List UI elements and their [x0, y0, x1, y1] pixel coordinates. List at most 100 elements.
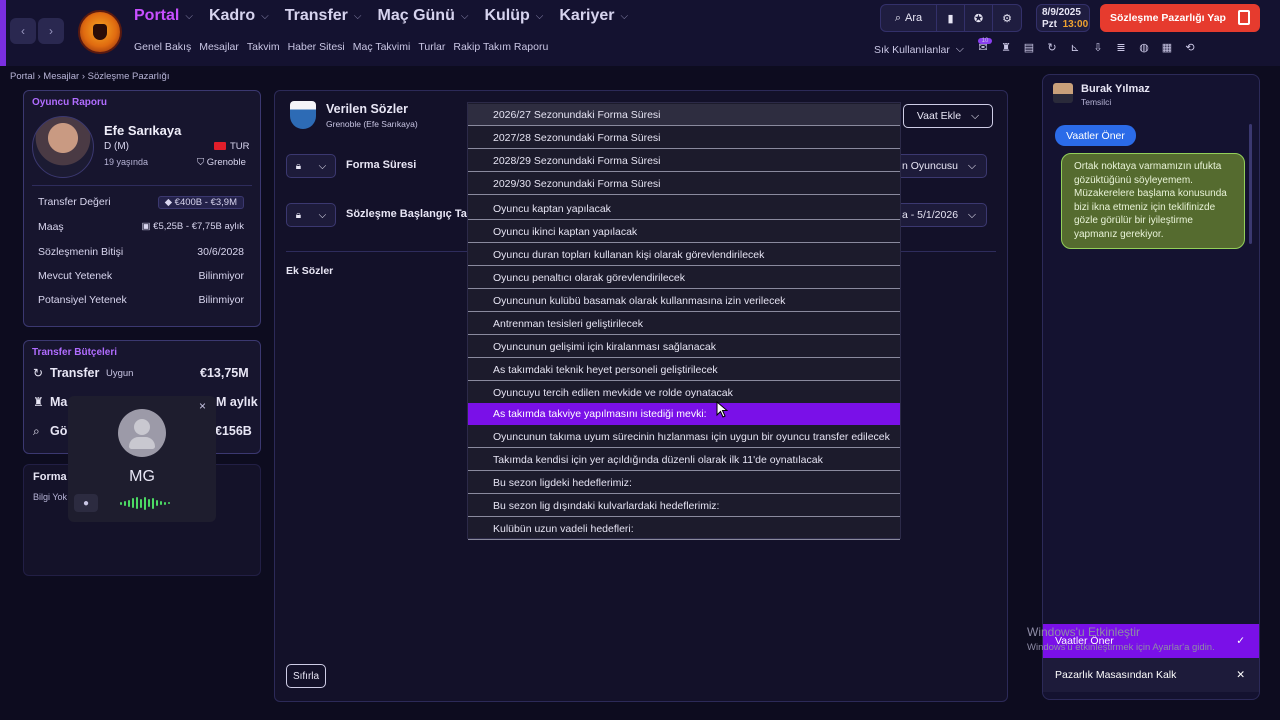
bookmark-icon: ▮ [947, 12, 954, 25]
add-promise-label: Vaat Ekle [916, 110, 962, 122]
settings-button[interactable]: ⚙ [993, 5, 1021, 31]
panel-title: Transfer Bütçeleri [32, 347, 118, 358]
submenu-rakip-takim-raporu[interactable]: Rakip Takım Raporu [453, 41, 548, 53]
dropdown-option[interactable]: Oyuncunun takıma uyum sürecinin hızlanma… [468, 426, 900, 448]
help-button[interactable]: ✪ [965, 5, 993, 31]
shirt-icon[interactable]: ♜ [999, 41, 1013, 54]
inbox-icon[interactable]: ✉ 10 [976, 38, 992, 54]
voice-call-widget[interactable]: × MG ● [68, 396, 216, 522]
submenu-genel-bakis[interactable]: Genel Bakış [134, 41, 191, 53]
breadcrumb-messages[interactable]: Mesajlar [43, 71, 79, 82]
row-value: €400B - €3,9M [174, 197, 237, 208]
dropdown-option[interactable]: Oyuncu duran topları kullanan kişi olara… [468, 244, 900, 266]
menu-label: Transfer [284, 7, 348, 24]
database-icon[interactable]: ≣ [1114, 41, 1128, 54]
dropdown-option[interactable]: Oyuncuyu tercih edilen mevkide ve rolde … [468, 382, 900, 404]
caller-avatar [118, 409, 166, 457]
history-icon[interactable]: ⟲ [1183, 41, 1197, 54]
dropdown-option[interactable]: Oyuncunun gelişimi için kiralanması sağl… [468, 336, 900, 358]
dropdown-option[interactable]: Oyuncu kaptan yapılacak [468, 198, 900, 220]
promise-value-select[interactable]: n Oyuncusu ⌵ [890, 154, 987, 178]
favorites-dropdown[interactable]: Sık Kullanılanlar ⌵ [874, 43, 964, 56]
promise-options-dropdown: 2026/27 Sezonundaki Forma Süresi 2027/28 … [467, 102, 901, 540]
globe-icon[interactable]: ◍ [1137, 41, 1151, 54]
continue-negotiation-button[interactable]: Sözleşme Pazarlığı Yap [1100, 4, 1260, 32]
chevron-down-icon: ⌵ [460, 10, 469, 22]
menu-portal[interactable]: Portal ⌵ [134, 7, 193, 25]
lock-icon: 🔒︎ [295, 209, 302, 221]
leave-negotiation-button[interactable]: Pazarlık Masasından Kalk ✕ [1043, 658, 1259, 692]
user-message-bubble: Vaatler Öner [1055, 125, 1136, 146]
agent-name[interactable]: Burak Yılmaz [1081, 83, 1150, 95]
dropdown-option[interactable]: 2029/30 Sezonundaki Forma Süresi [468, 173, 900, 195]
game-date[interactable]: 8/9/2025 Pzt 13:00 [1036, 4, 1090, 32]
reset-button[interactable]: Sıfırla [286, 664, 326, 688]
budget-transfer-status: Uygun [106, 368, 134, 379]
breadcrumb-portal[interactable]: Portal [10, 71, 35, 82]
submenu-turlar[interactable]: Turlar [418, 41, 445, 53]
menu-kadro[interactable]: Kadro ⌵ [209, 7, 269, 25]
search-button[interactable]: ⌕ Ara [881, 5, 937, 31]
dropdown-option[interactable]: Kulübün uzun vadeli hedefleri: [468, 518, 900, 540]
budget-transfer-value: €13,75M [200, 366, 249, 380]
form-panel-text: Bilgi Yok [33, 492, 68, 502]
chevron-down-icon: ⌵ [620, 10, 629, 22]
row-value: €5,25B - €7,75B aylık [153, 221, 244, 232]
dropdown-option[interactable]: 2028/29 Sezonundaki Forma Süresi [468, 150, 900, 172]
player-club[interactable]: ⛉ Grenoble [197, 157, 246, 168]
menu-label: Portal [134, 7, 180, 24]
dropdown-option[interactable]: Bu sezon lig dışındaki kulvarlardaki hed… [468, 495, 900, 517]
dropdown-option[interactable]: Antrenman tesisleri geliştirilecek [468, 313, 900, 335]
dropdown-option[interactable]: Oyuncunun kulübü basamak olarak kullanma… [468, 290, 900, 312]
dropdown-option[interactable]: Bu sezon ligdeki hedeflerimiz: [468, 472, 900, 494]
close-icon[interactable]: × [199, 399, 206, 413]
submenu-mesajlar[interactable]: Mesajlar [199, 41, 239, 53]
chevron-down-icon: ⌵ [968, 208, 976, 221]
chat-scrollbar[interactable] [1249, 124, 1252, 244]
select-value: a - 5/1/2026 [901, 209, 959, 221]
promise-value-select[interactable]: a - 5/1/2026 ⌵ [890, 203, 987, 227]
submenu-takvim[interactable]: Takvim [247, 41, 280, 53]
dropdown-option[interactable]: As takımdaki teknik heyet personeli geli… [468, 359, 900, 381]
dropdown-option[interactable]: As takımda takviye yapılmasını istediği … [468, 403, 900, 425]
chevron-down-icon: ⌵ [968, 159, 976, 172]
club-crest-logo[interactable] [78, 10, 122, 54]
row-label: Transfer Değeri [38, 196, 111, 208]
menu-transfer[interactable]: Transfer ⌵ [285, 7, 362, 25]
player-name[interactable]: Efe Sarıkaya [104, 123, 181, 138]
chevron-down-icon: ⌵ [318, 160, 327, 172]
calendar-icon[interactable]: ▦ [1160, 41, 1174, 54]
microphone-button[interactable]: ● [74, 494, 98, 512]
divider [32, 185, 252, 186]
submenu-mac-takvimi[interactable]: Maç Takvimi [353, 41, 411, 53]
submenu-haber-sitesi[interactable]: Haber Sitesi [288, 41, 345, 53]
back-button[interactable]: ‹ [10, 18, 36, 44]
dropdown-option[interactable]: Takımda kendisi için yer açıldığında düz… [468, 449, 900, 471]
budget-wage-label: Ma [50, 395, 68, 409]
menu-label: Kulüp [484, 7, 530, 24]
clipboard-icon[interactable]: ▤ [1022, 41, 1036, 54]
dropdown-option[interactable]: 2027/28 Sezonundaki Forma Süresi [468, 127, 900, 149]
breadcrumb-current: Sözleşme Pazarlığı [87, 71, 170, 82]
wallet-icon: ▣ [141, 221, 154, 232]
menu-kariyer[interactable]: Kariyer ⌵ [559, 7, 628, 25]
lock-toggle-button[interactable]: 🔒︎ ⌵ [286, 203, 336, 227]
dropdown-option[interactable]: 2026/27 Sezonundaki Forma Süresi [468, 104, 900, 126]
menu-mac-gunu[interactable]: Maç Günü ⌵ [378, 7, 469, 25]
refresh-icon[interactable]: ↻ [1045, 41, 1059, 54]
promises-subtitle: Grenoble (Efe Sarıkaya) [326, 119, 418, 129]
row-value: Bilinmiyor [198, 294, 244, 306]
add-promise-button[interactable]: Vaat Ekle ⌵ [903, 104, 993, 128]
menu-kulup[interactable]: Kulüp ⌵ [484, 7, 543, 25]
download-icon[interactable]: ⇩ [1091, 41, 1105, 54]
whistle-icon[interactable]: ⊾ [1068, 41, 1082, 54]
budget-transfer-label: Transfer [50, 366, 100, 380]
bookmark-button[interactable]: ▮ [937, 5, 965, 31]
dropdown-option[interactable]: Oyuncu penaltıcı olarak görevlendirilece… [468, 267, 900, 289]
lock-toggle-button[interactable]: 🔒︎ ⌵ [286, 154, 336, 178]
audio-wave-icon [120, 496, 170, 510]
row-value: 30/6/2028 [197, 246, 244, 258]
forward-button[interactable]: › [38, 18, 64, 44]
dropdown-option[interactable]: Oyuncu ikinci kaptan yapılacak [468, 221, 900, 243]
budget-third-label: Gö [50, 424, 68, 438]
